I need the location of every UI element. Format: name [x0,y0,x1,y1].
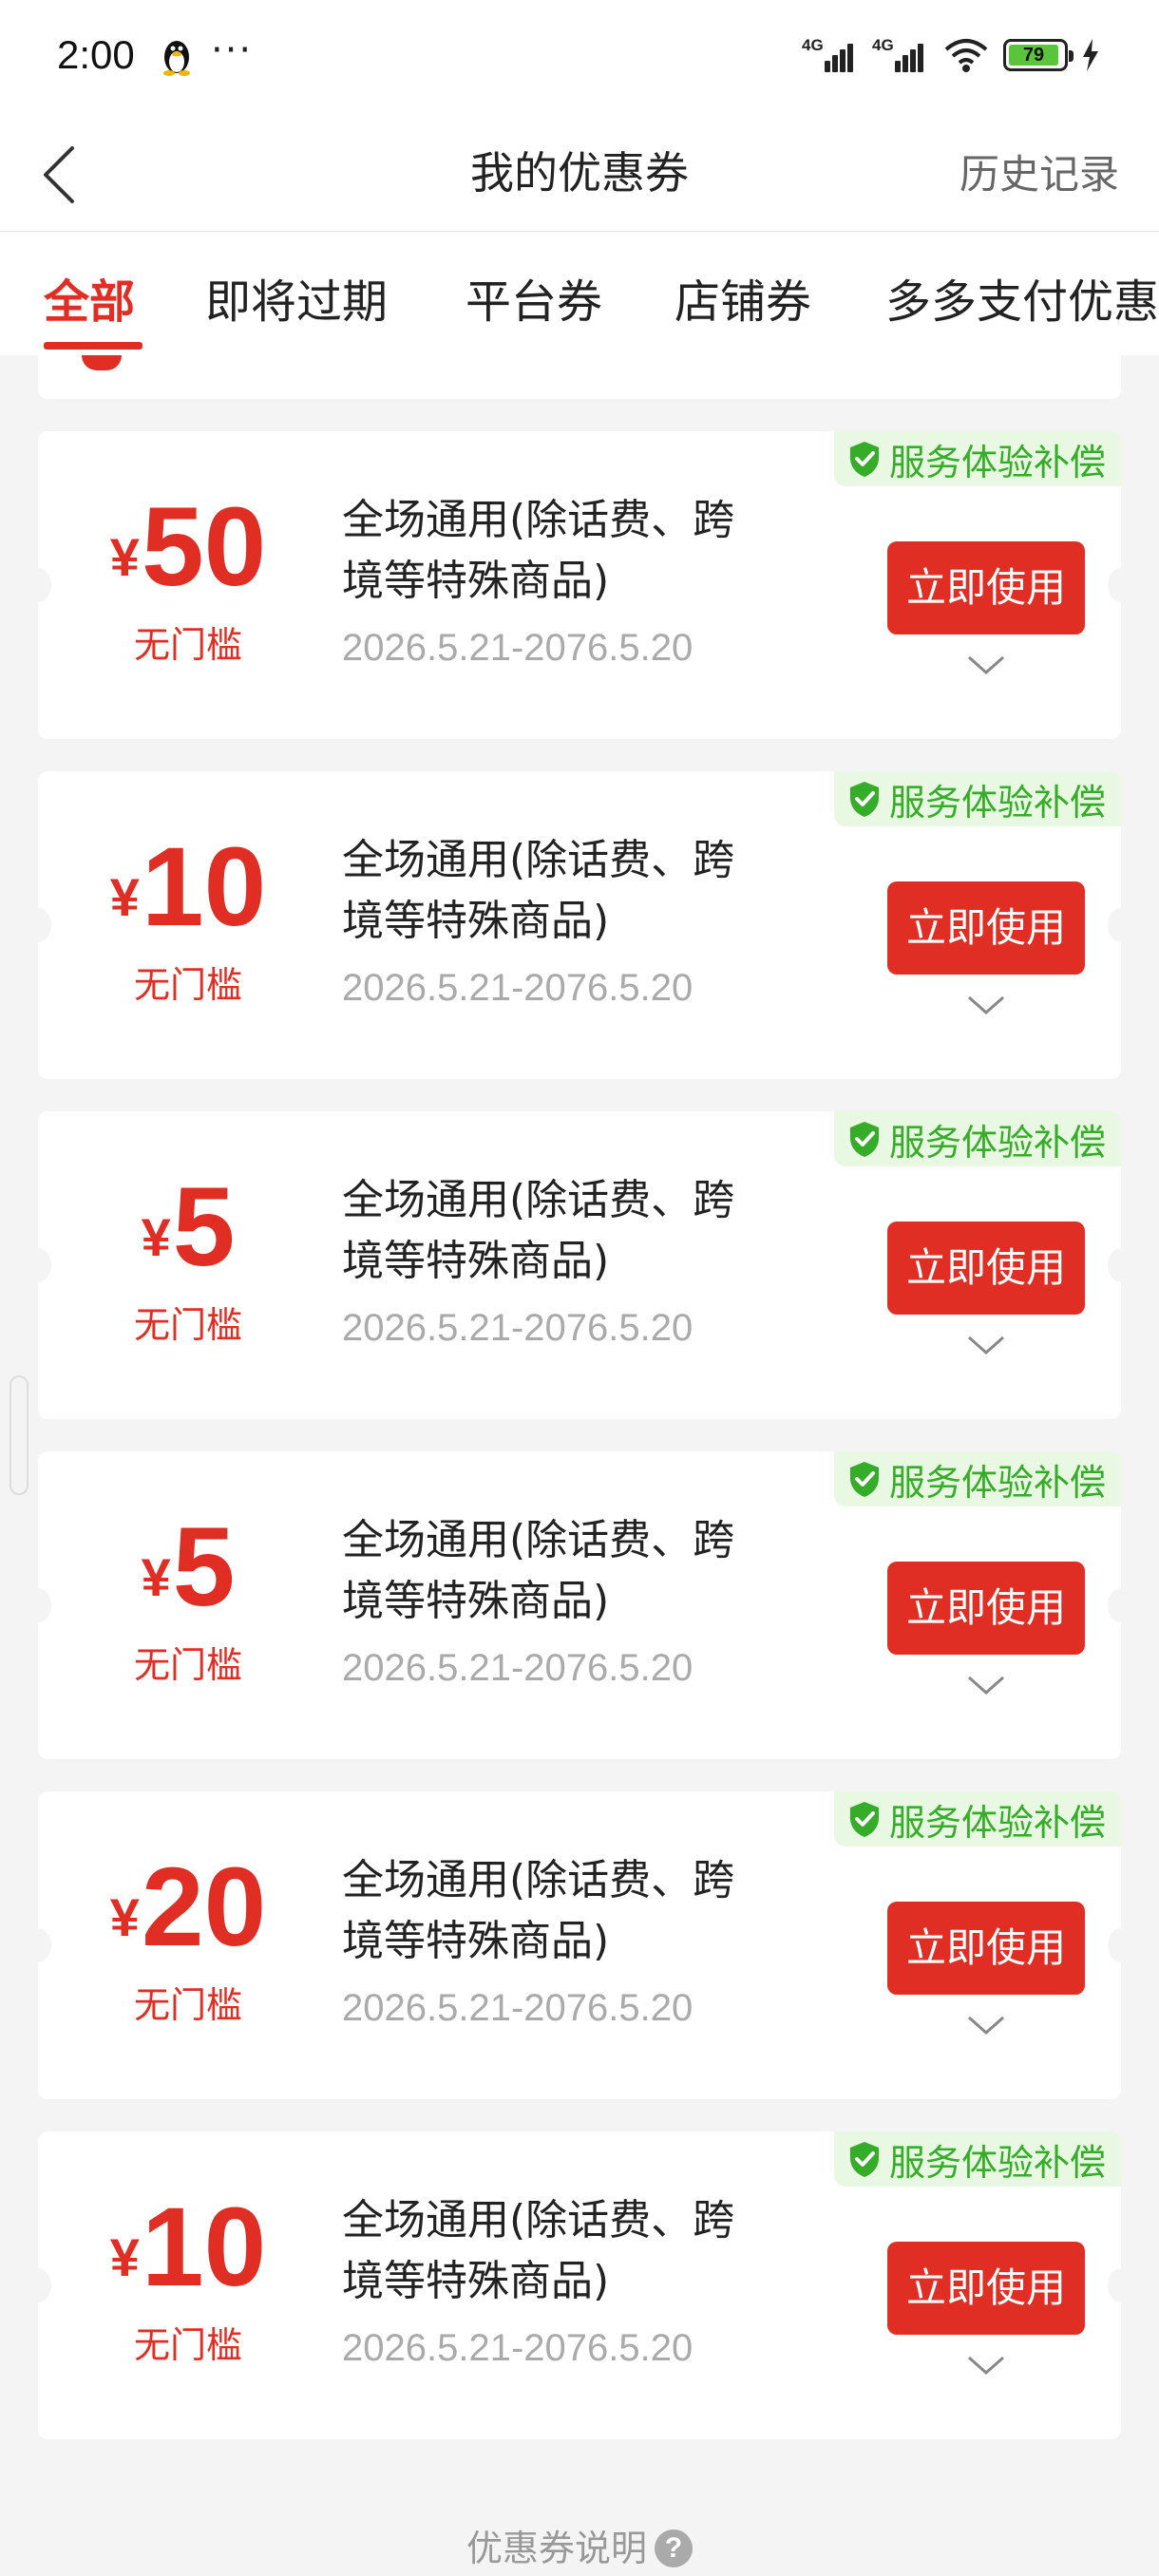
service-compensation-badge: 服务体验补偿 [834,771,1121,826]
coupon-validity-date: 2026.5.21-2076.5.20 [342,627,694,669]
badge-label: 服务体验补偿 [889,441,1107,483]
status-icons: 4G 4G 79 [802,34,1100,76]
badge-label: 服务体验补偿 [889,781,1107,824]
history-link[interactable]: 历史记录 [960,142,1119,200]
tab-duoduo-pay[interactable]: 多多支付优惠 [885,264,1159,331]
question-mark-icon: ? [655,2529,693,2567]
badge-label: 服务体验补偿 [889,1801,1107,1844]
tab-expiring-soon[interactable]: 即将过期 [205,264,388,331]
coupon-threshold: 无门槛 [133,1644,242,1686]
shield-check-icon [850,2142,879,2177]
coupon-threshold: 无门槛 [133,964,242,1006]
badge-label: 服务体验补偿 [889,1461,1107,1504]
coupon-validity-date: 2026.5.21-2076.5.20 [342,2327,694,2369]
coupon-amount: ¥20 [109,1845,267,1970]
previous-coupon-mark [82,355,122,370]
charging-bolt-icon [1083,39,1098,71]
chevron-down-icon[interactable] [965,1332,1007,1358]
coupon-threshold: 无门槛 [133,1984,242,2026]
status-time: 2:00 [57,32,135,77]
chevron-down-icon[interactable] [965,2352,1007,2378]
previous-coupon-card [38,355,1121,399]
coupon-description: 全场通用(除话费、跨 境等特殊商品) [342,1176,735,1285]
side-scroll-handle[interactable] [10,1375,28,1495]
wifi-icon [944,39,988,72]
coupon-validity-date: 2026.5.21-2076.5.20 [342,1987,694,2029]
coupon-threshold: 无门槛 [133,1304,242,1346]
coupon-info-label: 优惠券说明 [466,2528,647,2569]
battery-level: 79 [1009,45,1058,66]
coupon-info-link[interactable]: 优惠券说明? [0,2519,1159,2571]
coupon-card: 服务体验补偿 ¥10 无门槛 全场通用(除话费、跨 境等特殊商品) 2026.5.… [25,771,1134,1079]
status-bar: 2:00 ··· 4G 4G 79 [0,0,1159,116]
service-compensation-badge: 服务体验补偿 [834,431,1121,486]
use-now-button[interactable]: 立即使用 [887,541,1085,635]
badge-label: 服务体验补偿 [889,1121,1107,1164]
cellular-signal-icon-2: 4G [872,36,929,74]
coupon-description: 全场通用(除话费、跨 境等特殊商品) [342,2196,735,2305]
coupon-threshold: 无门槛 [133,624,242,666]
network-type-label: 4G [872,36,894,54]
coupon-card: 服务体验补偿 ¥5 无门槛 全场通用(除话费、跨 境等特殊商品) 2026.5.2… [25,1111,1134,1419]
tab-store-coupons[interactable]: 店铺券 [674,264,811,331]
coupon-validity-date: 2026.5.21-2076.5.20 [342,967,694,1009]
service-compensation-badge: 服务体验补偿 [834,1791,1121,1847]
coupon-description: 全场通用(除话费、跨 境等特殊商品) [342,496,735,605]
coupon-validity-date: 2026.5.21-2076.5.20 [342,1647,694,1689]
chevron-down-icon[interactable] [965,652,1007,678]
more-notifications-icon: ··· [211,28,254,72]
service-compensation-badge: 服务体验补偿 [834,2131,1121,2187]
coupon-card: 服务体验补偿 ¥5 无门槛 全场通用(除话费、跨 境等特殊商品) 2026.5.2… [25,1451,1134,1759]
tab-platform-coupons[interactable]: 平台券 [466,264,602,331]
use-now-button[interactable]: 立即使用 [887,881,1085,975]
coupon-validity-date: 2026.5.21-2076.5.20 [342,1307,694,1349]
use-now-button[interactable]: 立即使用 [887,1562,1085,1655]
battery-icon: 79 [1003,39,1074,71]
service-compensation-badge: 服务体验补偿 [834,1451,1121,1506]
coupon-amount: ¥5 [141,1165,236,1290]
coupon-description: 全场通用(除话费、跨 境等特殊商品) [342,1516,735,1625]
coupon-card: 服务体验补偿 ¥10 无门槛 全场通用(除话费、跨 境等特殊商品) 2026.5.… [25,2131,1134,2439]
badge-label: 服务体验补偿 [889,2141,1107,2184]
chevron-down-icon[interactable] [965,2012,1007,2038]
chevron-down-icon[interactable] [965,1672,1007,1698]
chevron-down-icon[interactable] [965,992,1007,1018]
use-now-button[interactable]: 立即使用 [887,1902,1085,1995]
nav-bar: 我的优惠券 历史记录 [0,116,1159,232]
shield-check-icon [850,442,879,477]
coupon-amount: ¥5 [141,1505,236,1630]
coupon-amount: ¥50 [109,484,267,610]
active-tab-indicator [44,342,142,350]
use-now-button[interactable]: 立即使用 [887,2242,1085,2335]
shield-check-icon [850,1122,879,1157]
coupon-amount: ¥10 [109,824,267,950]
network-type-label: 4G [802,36,824,54]
coupon-description: 全场通用(除话费、跨 境等特殊商品) [342,1856,735,1965]
coupon-tabs: 全部 即将过期 平台券 店铺券 多多支付优惠 [0,232,1159,355]
cellular-signal-icon: 4G [802,36,859,74]
coupon-card: 服务体验补偿 ¥50 无门槛 全场通用(除话费、跨 境等特殊商品) 2026.5.… [25,431,1134,739]
qq-penguin-icon [163,41,190,76]
service-compensation-badge: 服务体验补偿 [834,1111,1121,1166]
shield-check-icon [850,1802,879,1837]
coupon-description: 全场通用(除话费、跨 境等特殊商品) [342,836,735,945]
coupon-amount: ¥10 [109,2185,267,2310]
tab-all[interactable]: 全部 [44,264,135,331]
shield-check-icon [850,782,879,817]
shield-check-icon [850,1462,879,1497]
use-now-button[interactable]: 立即使用 [887,1222,1085,1315]
coupon-threshold: 无门槛 [133,2324,242,2366]
coupon-card: 服务体验补偿 ¥20 无门槛 全场通用(除话费、跨 境等特殊商品) 2026.5.… [25,1791,1134,2099]
